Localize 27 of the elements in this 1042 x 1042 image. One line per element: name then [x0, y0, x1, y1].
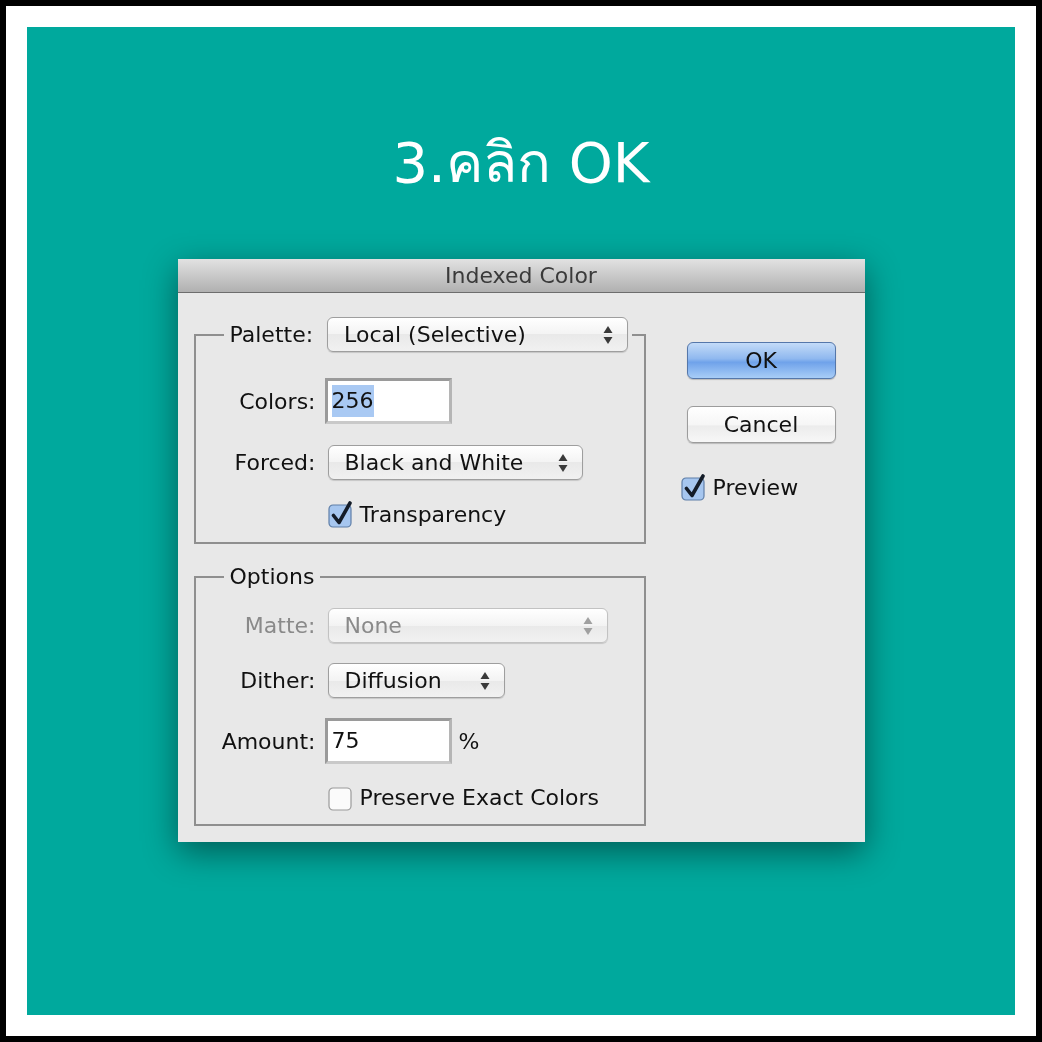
checkbox[interactable]	[680, 474, 707, 501]
field-label: Palette:	[229, 321, 314, 349]
updown-arrows-icon	[479, 670, 490, 691]
updown-arrows-icon	[557, 452, 568, 473]
field-label: Dither:	[240, 667, 316, 695]
checkbox-label: Transparency	[359, 502, 507, 528]
dropdown[interactable]: Local (Selective)	[327, 317, 629, 352]
updown-arrows-icon	[603, 324, 614, 345]
dialog-button[interactable]: OK	[686, 342, 836, 379]
title-bar: Indexed Color	[177, 259, 865, 293]
field-label: Amount:	[221, 727, 316, 756]
dialog-button[interactable]: Cancel	[686, 406, 836, 443]
text-field[interactable]: 256	[324, 378, 452, 424]
text-field[interactable]: 75	[324, 718, 452, 764]
updown-arrows-icon	[582, 615, 593, 636]
checkbox[interactable]	[327, 784, 354, 811]
unit-label: %	[458, 727, 480, 756]
dropdown[interactable]: Diffusion	[327, 663, 505, 698]
checkbox[interactable]	[327, 501, 354, 528]
field-label: Colors:	[239, 387, 316, 416]
checkbox-label: Preserve Exact Colors	[359, 785, 600, 811]
field-label: Forced:	[234, 449, 316, 477]
field-label: Matte:	[244, 612, 316, 640]
group-title: Options	[228, 564, 316, 590]
step-heading: 3.คลิก OK	[392, 129, 650, 197]
dropdown[interactable]: Black and White	[327, 445, 583, 480]
checkbox-label: Preview	[712, 475, 799, 501]
